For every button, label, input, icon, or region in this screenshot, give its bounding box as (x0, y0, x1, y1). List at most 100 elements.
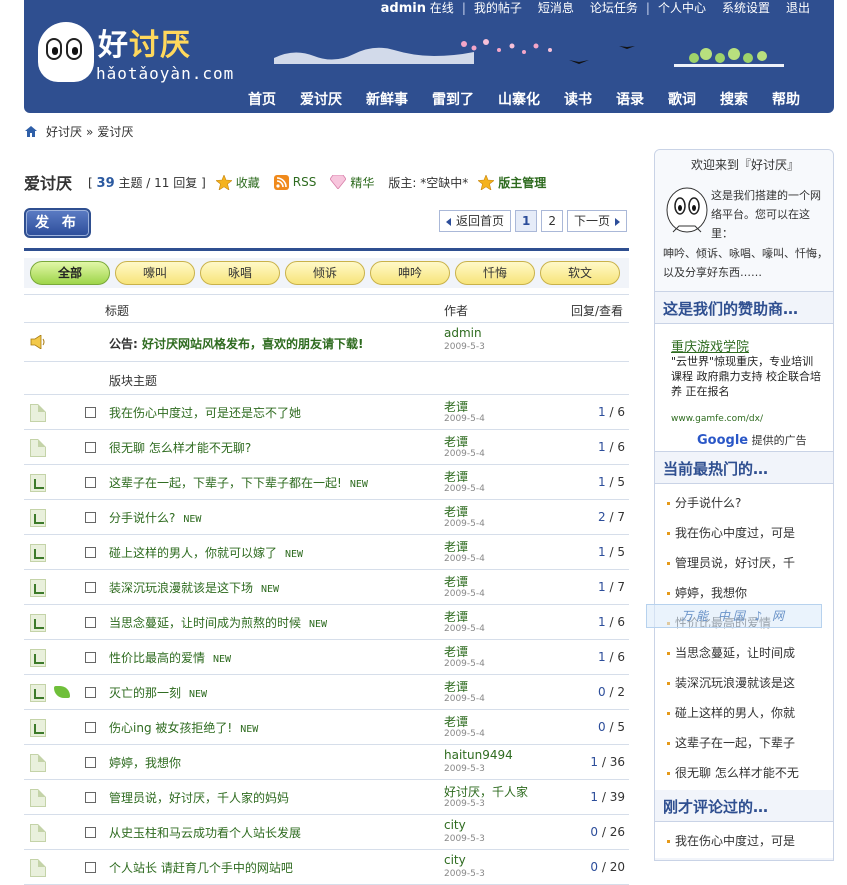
thread-title[interactable]: 很无聊 怎么样才能不无聊? (109, 439, 251, 456)
thread-title[interactable]: 碰上这样的男人，你就可以嫁了 NEW (109, 544, 303, 561)
nav-shanzhai[interactable]: 山寨化 (486, 90, 552, 110)
hot-list-item[interactable]: 当思念蔓延，让时间成 (655, 638, 833, 668)
nav-help[interactable]: 帮助 (760, 90, 812, 110)
hot-list-item[interactable]: 分手说什么? (655, 488, 833, 518)
table-row[interactable]: 这辈子在一起，下辈子，下下辈子都在一起! NEW 老谭 2009-5-4 1 / 5 (24, 465, 629, 500)
thread-title[interactable]: 分手说什么? NEW (109, 509, 201, 526)
filter-all[interactable]: 全部 (30, 261, 110, 285)
pager-page-1[interactable]: 1 (514, 210, 538, 232)
hot-list-item[interactable]: 我在伤心中度过，可是 (655, 518, 833, 548)
filter-confess[interactable]: 忏悔 (455, 261, 535, 285)
thread-checkbox[interactable] (85, 722, 96, 733)
thread-title[interactable]: 当思念蔓延，让时间成为煎熬的时候 NEW (109, 614, 327, 631)
thread-title[interactable]: 装深沉玩浪漫就该是这下场 NEW (109, 579, 279, 596)
digest-button[interactable]: 精华 (330, 174, 374, 191)
thread-checkbox[interactable] (85, 757, 96, 768)
hot-list-item[interactable]: 这辈子在一起，下辈子 (655, 728, 833, 758)
pager-page-2[interactable]: 2 (541, 210, 563, 232)
thread-title[interactable]: 管理员说，好讨厌，千人家的妈妈 (109, 789, 289, 806)
thread-title[interactable]: 我在伤心中度过，可是还是忘不了她 (109, 404, 301, 421)
site-logo[interactable]: 好讨厌 hǎotǎoyàn.com (38, 18, 238, 88)
announcement-row[interactable]: 公告: 好讨厌网站风格发布，喜欢的朋友请下载! admin 2009-5-3 (24, 323, 629, 362)
filter-sing[interactable]: 咏唱 (200, 261, 280, 285)
nav-aitaoyan[interactable]: 爱讨厌 (288, 90, 354, 110)
table-row[interactable]: 灭亡的那一刻 NEW 老谭 2009-5-4 0 / 2 (24, 675, 629, 710)
home-icon[interactable] (24, 125, 38, 138)
breadcrumb-home[interactable]: 好讨厌 (46, 123, 82, 140)
hot-list-item[interactable]: 装深沉玩浪漫就该是这 (655, 668, 833, 698)
pager-next[interactable]: 下一页 (566, 210, 627, 232)
ad-url[interactable]: www.gamfe.com/dx/ (671, 414, 763, 424)
thread-checkbox[interactable] (85, 687, 96, 698)
nav-home[interactable]: 首页 (236, 90, 288, 110)
thread-author[interactable]: 老谭 (444, 643, 468, 660)
thread-author[interactable]: haitun9494 (444, 748, 513, 762)
thread-checkbox[interactable] (85, 477, 96, 488)
ad-title[interactable]: 重庆游戏学院 (671, 336, 749, 355)
hot-list-item[interactable]: 碰上这样的男人，你就 (655, 698, 833, 728)
top-nav-settings[interactable]: 系统设置 (714, 0, 778, 16)
top-nav-my-posts[interactable]: 我的帖子 (466, 0, 530, 16)
announcement-author[interactable]: admin (444, 326, 482, 340)
announcement-title[interactable]: 公告: 好讨厌网站风格发布，喜欢的朋友请下载! (109, 335, 363, 352)
filter-confide[interactable]: 倾诉 (285, 261, 365, 285)
thread-title[interactable]: 这辈子在一起，下辈子，下下辈子都在一起! NEW (109, 474, 368, 491)
thread-title[interactable]: 从史玉柱和马云成功看个人站长发展 (109, 824, 301, 841)
thread-title[interactable]: 伤心ing 被女孩拒绝了! NEW (109, 719, 258, 736)
rss-button[interactable]: RSS (273, 174, 316, 190)
post-button[interactable]: 发 布 (24, 208, 91, 238)
favorite-button[interactable]: 收藏 (215, 174, 260, 191)
thread-checkbox[interactable] (85, 792, 96, 803)
nav-shocked[interactable]: 雷到了 (420, 90, 486, 110)
thread-author[interactable]: 老谭 (444, 433, 468, 450)
table-row[interactable]: 分手说什么? NEW 老谭 2009-5-4 2 / 7 (24, 500, 629, 535)
thread-title[interactable]: 性价比最高的爱情 NEW (109, 649, 231, 666)
thread-title[interactable]: 个人站长 请赶育几个手中的网站吧 (109, 859, 293, 876)
nav-quotes[interactable]: 语录 (604, 90, 656, 110)
table-row[interactable]: 个人站长 请赶育几个手中的网站吧 city 2009-5-3 0 / 20 (24, 850, 629, 885)
thread-title[interactable]: 灭亡的那一刻 NEW (109, 684, 207, 701)
pager-back-home[interactable]: 返回首页 (438, 210, 511, 232)
top-nav-tasks[interactable]: 论坛任务 (582, 0, 646, 16)
thread-author[interactable]: 老谭 (444, 573, 468, 590)
top-nav-messages[interactable]: 短消息 (530, 0, 582, 16)
table-row[interactable]: 管理员说，好讨厌，千人家的妈妈 好讨厌，千人家 2009-5-3 1 / 39 (24, 780, 629, 815)
recent-list-item[interactable]: 我在伤心中度过，可是 (655, 826, 833, 856)
thread-author[interactable]: 老谭 (444, 608, 468, 625)
thread-author[interactable]: 老谭 (444, 713, 468, 730)
nav-books[interactable]: 读书 (552, 90, 604, 110)
thread-author[interactable]: 老谭 (444, 678, 468, 695)
table-row[interactable]: 伤心ing 被女孩拒绝了! NEW 老谭 2009-5-4 0 / 5 (24, 710, 629, 745)
hot-list-item[interactable]: 管理员说，好讨厌，千 (655, 548, 833, 578)
thread-checkbox[interactable] (85, 862, 96, 873)
thread-checkbox[interactable] (85, 617, 96, 628)
table-row[interactable]: 我在伤心中度过，可是还是忘不了她 老谭 2009-5-4 1 / 6 (24, 395, 629, 430)
thread-author[interactable]: 好讨厌，千人家 (444, 783, 528, 800)
filter-howl[interactable]: 嚎叫 (115, 261, 195, 285)
thread-checkbox[interactable] (85, 407, 96, 418)
thread-title[interactable]: 婷婷，我想你 (109, 754, 181, 771)
thread-checkbox[interactable] (85, 827, 96, 838)
nav-fresh[interactable]: 新鲜事 (354, 90, 420, 110)
hot-list-item[interactable]: 很无聊 怎么样才能不无 (655, 758, 833, 788)
filter-moan[interactable]: 呻吟 (370, 261, 450, 285)
top-nav-profile[interactable]: 个人中心 (650, 0, 714, 16)
sponsor-ad[interactable]: 重庆游戏学院 "云世界"惊现重庆，专业培训课程 政府鼎力支持 校企联合培养 正在… (655, 324, 833, 452)
table-row[interactable]: 碰上这样的男人，你就可以嫁了 NEW 老谭 2009-5-4 1 / 5 (24, 535, 629, 570)
thread-checkbox[interactable] (85, 442, 96, 453)
nav-search[interactable]: 搜索 (708, 90, 760, 110)
thread-checkbox[interactable] (85, 547, 96, 558)
thread-checkbox[interactable] (85, 652, 96, 663)
thread-checkbox[interactable] (85, 512, 96, 523)
thread-author[interactable]: city (444, 818, 466, 832)
thread-author[interactable]: 老谭 (444, 468, 468, 485)
thread-author[interactable]: 老谭 (444, 538, 468, 555)
filter-advert[interactable]: 软文 (540, 261, 620, 285)
top-nav-logout[interactable]: 退出 (778, 0, 818, 16)
mod-manage-button[interactable]: 版主管理 (478, 174, 546, 191)
nav-lyrics[interactable]: 歌词 (656, 90, 708, 110)
thread-checkbox[interactable] (85, 582, 96, 593)
top-nav-user[interactable]: admin 在线 (373, 0, 462, 16)
table-row[interactable]: 性价比最高的爱情 NEW 老谭 2009-5-4 1 / 6 (24, 640, 629, 675)
thread-author[interactable]: city (444, 853, 466, 867)
